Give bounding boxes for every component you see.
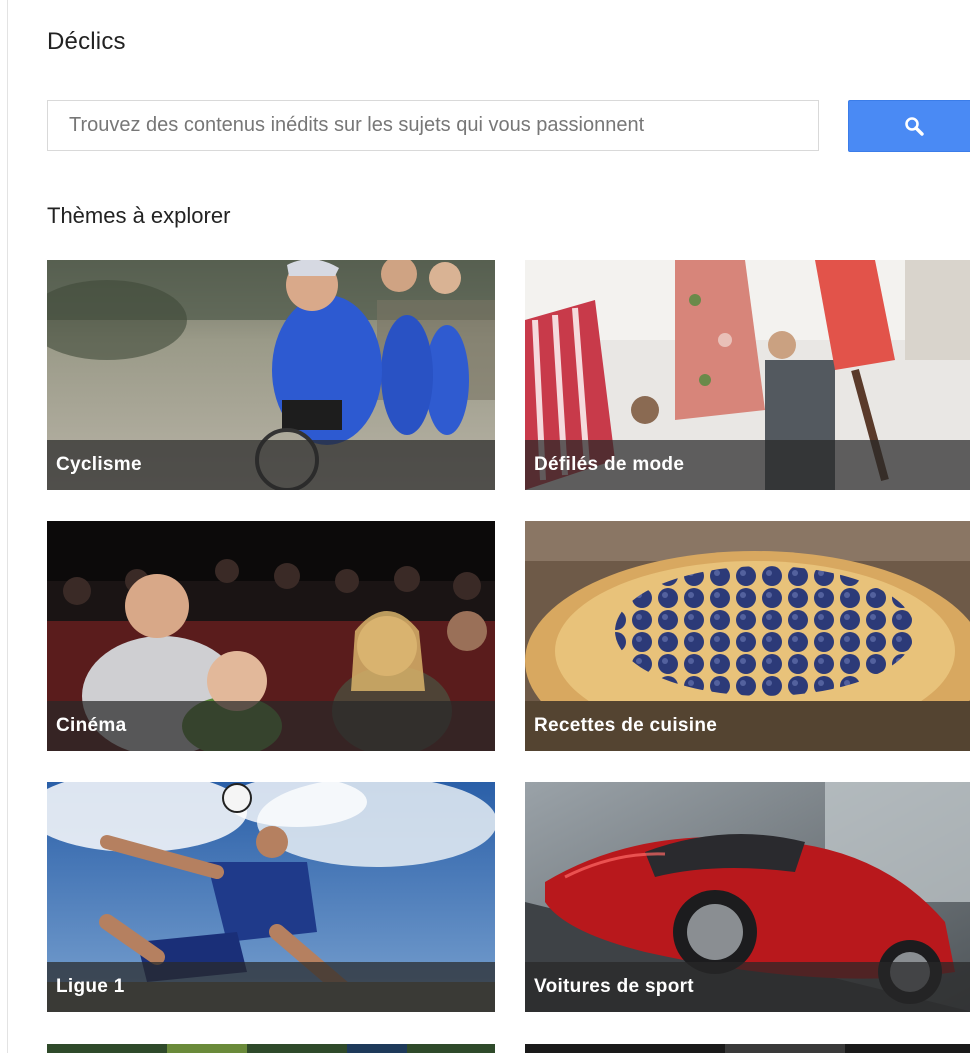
topic-label: Ligue 1 [47, 962, 495, 1012]
topic-tile-defiles-de-mode[interactable]: Défilés de mode [525, 260, 970, 490]
search-input[interactable]: Trouvez des contenus inédits sur les suj… [47, 100, 819, 151]
topic-tile-partial-right[interactable] [525, 1044, 970, 1053]
topic-tile-ligue-1[interactable]: Ligue 1 [47, 782, 495, 1012]
partial-photo-left [47, 1044, 495, 1053]
topic-tile-cinema[interactable]: Cinéma [47, 521, 495, 751]
search-button[interactable] [848, 100, 970, 152]
left-divider [7, 0, 8, 1053]
topic-label: Cinéma [47, 701, 495, 751]
topic-tile-voitures-de-sport[interactable]: Voitures de sport [525, 782, 970, 1012]
topic-tile-recettes-de-cuisine[interactable]: Recettes de cuisine [525, 521, 970, 751]
topic-label: Voitures de sport [525, 962, 970, 1012]
topic-label: Défilés de mode [525, 440, 970, 490]
topic-tile-partial-left[interactable] [47, 1044, 495, 1053]
section-title: Thèmes à explorer [47, 203, 231, 228]
topic-label: Cyclisme [47, 440, 495, 490]
page-title: Déclics [47, 28, 126, 55]
topic-label: Recettes de cuisine [525, 701, 970, 751]
search-icon [905, 117, 924, 136]
topic-tile-cyclisme[interactable]: Cyclisme [47, 260, 495, 490]
partial-photo-right [525, 1044, 970, 1053]
